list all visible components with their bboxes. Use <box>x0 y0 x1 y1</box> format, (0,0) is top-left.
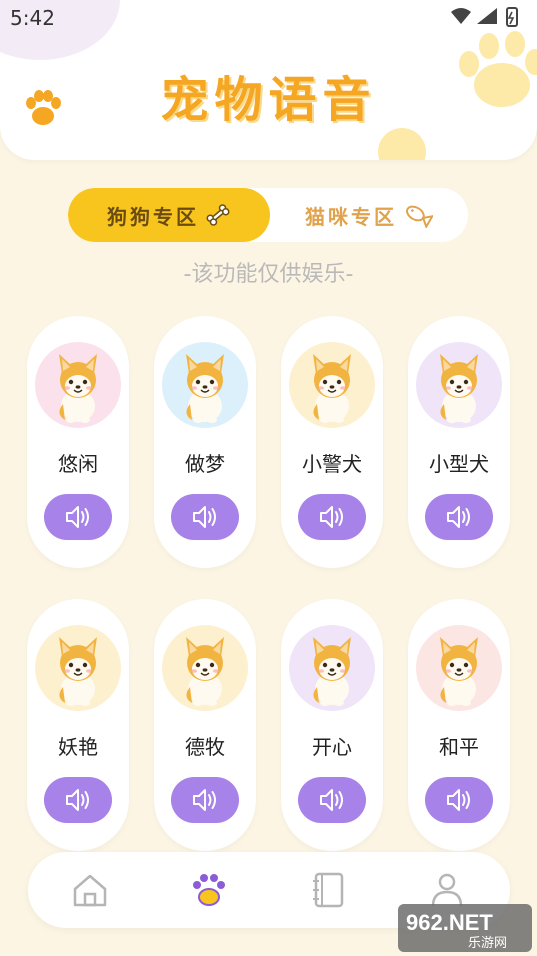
sound-card: 做梦 <box>154 316 256 568</box>
play-sound-button[interactable] <box>425 494 493 540</box>
nav-home[interactable] <box>70 870 110 910</box>
signal-icon <box>477 8 497 24</box>
speaker-icon <box>317 502 347 532</box>
sound-card: 小警犬 <box>281 316 383 568</box>
watermark: 962.NET 乐游网 <box>398 904 532 952</box>
sound-card: 妖艳 <box>27 599 129 851</box>
dog-avatar <box>416 342 502 428</box>
dog-avatar <box>162 625 248 711</box>
speaker-icon <box>444 785 474 815</box>
tab-dog-label: 狗狗专区 <box>107 204 199 229</box>
fish-icon <box>406 205 433 228</box>
play-sound-button[interactable] <box>44 494 112 540</box>
play-sound-button[interactable] <box>171 777 239 823</box>
sound-label: 开心 <box>312 735 352 759</box>
header: 5:42 宠物语音 <box>0 0 537 160</box>
play-sound-button[interactable] <box>171 494 239 540</box>
sound-card: 和平 <box>408 599 510 851</box>
home-icon <box>73 874 107 907</box>
sound-card: 悠闲 <box>27 316 129 568</box>
tab-cat-label: 猫咪专区 <box>305 204 397 229</box>
dog-avatar <box>35 625 121 711</box>
watermark-sub: 乐游网 <box>468 936 507 951</box>
status-time: 5:42 <box>10 6 55 30</box>
play-sound-button[interactable] <box>44 777 112 823</box>
tab-cat-zone[interactable]: 猫咪专区 <box>270 188 468 242</box>
speaker-icon <box>63 502 93 532</box>
wifi-icon <box>451 8 471 24</box>
dog-avatar <box>289 342 375 428</box>
speaker-icon <box>190 502 220 532</box>
nav-notebook[interactable] <box>308 870 348 910</box>
disclaimer-text: -该功能仅供娱乐- <box>183 262 354 287</box>
speaker-icon <box>190 785 220 815</box>
sound-label: 德牧 <box>185 735 225 759</box>
speaker-icon <box>444 502 474 532</box>
app-title: 宠物语音 <box>160 72 377 128</box>
tab-dog-zone[interactable]: 狗狗专区 <box>68 188 270 242</box>
dog-avatar <box>35 342 121 428</box>
sound-label: 做梦 <box>185 452 225 476</box>
bone-icon <box>206 204 230 226</box>
play-sound-button[interactable] <box>425 777 493 823</box>
nav-paw[interactable] <box>189 870 229 910</box>
watermark-brand: 962.NET <box>406 910 493 935</box>
zone-tabs: 狗狗专区 猫咪专区 <box>68 188 468 242</box>
battery-icon <box>506 7 518 27</box>
sound-label: 悠闲 <box>58 452 98 476</box>
sound-label: 和平 <box>439 735 479 759</box>
dog-avatar <box>162 342 248 428</box>
speaker-icon <box>63 785 93 815</box>
sound-label: 妖艳 <box>58 735 98 759</box>
paw-icon <box>193 874 225 906</box>
sound-card: 德牧 <box>154 599 256 851</box>
decor-dot <box>378 128 426 160</box>
sound-label: 小警犬 <box>302 452 362 476</box>
play-sound-button[interactable] <box>298 777 366 823</box>
sound-card: 小型犬 <box>408 316 510 568</box>
dog-avatar <box>289 625 375 711</box>
play-sound-button[interactable] <box>298 494 366 540</box>
sound-label: 小型犬 <box>429 452 489 476</box>
notebook-icon <box>313 872 344 908</box>
sound-card: 开心 <box>281 599 383 851</box>
speaker-icon <box>317 785 347 815</box>
dog-avatar <box>416 625 502 711</box>
